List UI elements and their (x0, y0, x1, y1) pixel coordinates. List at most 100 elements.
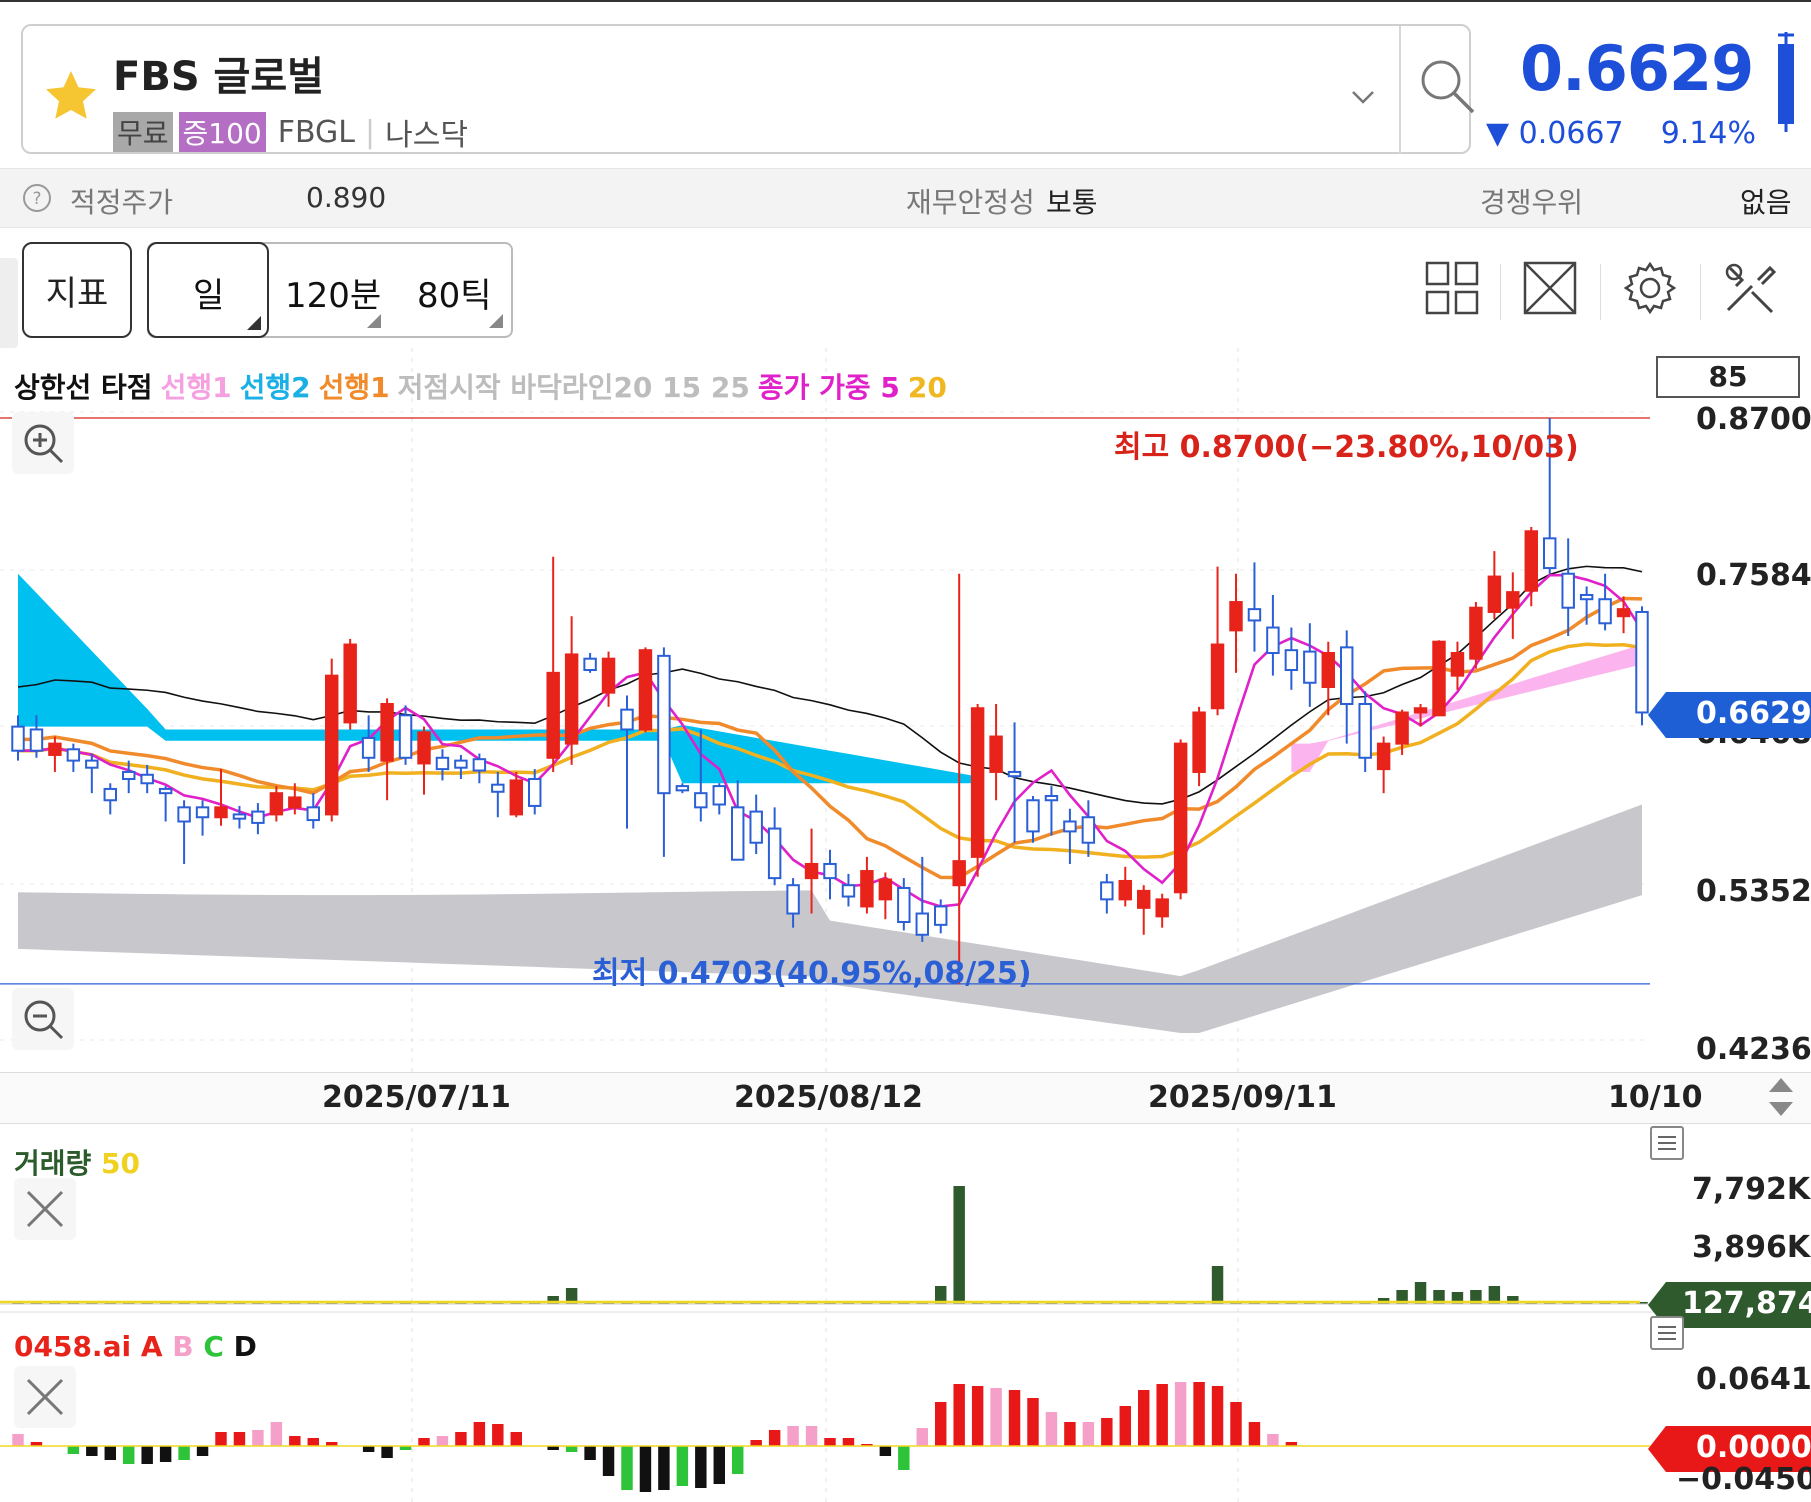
indicator-button[interactable]: 지표 (22, 242, 132, 338)
ai-bar (676, 1446, 689, 1486)
candle-body (546, 671, 560, 759)
close-icon (26, 1378, 64, 1416)
candle-body (1173, 742, 1188, 894)
x-axis-label: 2025/07/11 (322, 1080, 511, 1115)
volume-current-badge: 127,874 (1682, 1286, 1811, 1321)
ai-bar (713, 1446, 725, 1484)
ai-bar (270, 1422, 283, 1446)
margin-badge: 증100 (178, 112, 266, 152)
candle-body (823, 862, 837, 880)
help-icon[interactable]: ? (22, 183, 52, 213)
corner-triangle-icon (367, 314, 381, 328)
candle-body (1137, 889, 1151, 909)
candle-body (1192, 711, 1206, 773)
chart-canvas[interactable] (0, 348, 1811, 1502)
ai-bar (196, 1446, 209, 1456)
candle-body (214, 806, 228, 819)
legend-item: 선행1 (160, 371, 232, 404)
candle-body (361, 736, 376, 759)
candle-body (841, 884, 856, 898)
y-axis-label: 0.8700 (1696, 402, 1811, 437)
change-amount: ▼ 0.0667 (1486, 116, 1624, 151)
period-80tick-button[interactable]: 80틱 (389, 244, 511, 336)
search-button[interactable] (1399, 26, 1493, 154)
candle-body (749, 810, 763, 844)
ai-bar (639, 1446, 652, 1492)
svg-text:?: ? (32, 189, 41, 209)
close-ai-button[interactable] (14, 1366, 76, 1428)
candle-body (952, 860, 966, 887)
candle-body (325, 674, 339, 816)
period-80tick-label: 80틱 (417, 276, 492, 316)
stock-search-box[interactable]: FBS 글로벌 무료 증100 FBGL | 나스닥 (21, 24, 1475, 154)
ticker: FBGL (277, 114, 356, 150)
chart-toolbar: 지표 일 120분 80틱 (0, 228, 1811, 348)
candle-body (1543, 537, 1557, 570)
candle-body (195, 806, 210, 819)
candle-body (1155, 898, 1169, 918)
candle-body (731, 806, 745, 861)
free-badge: 무료 (113, 112, 173, 152)
ai-axis-label: 0.0641 (1696, 1362, 1811, 1397)
legend-item: 20 (907, 371, 947, 404)
chevron-down-icon[interactable] (1343, 76, 1383, 116)
ai-bar (418, 1438, 430, 1446)
candle-body (454, 759, 468, 769)
ai-axis-label: −0.0450 (1676, 1462, 1811, 1497)
candle-body (29, 728, 44, 752)
star-icon[interactable] (41, 66, 101, 126)
volume-axis-label: 3,896K (1692, 1230, 1811, 1265)
ai-bar (141, 1446, 153, 1464)
close-volume-button[interactable] (14, 1178, 76, 1240)
ai-bar (1211, 1386, 1224, 1446)
high-annotation: 최고 0.8700(−23.80%,10/03) (1114, 430, 1579, 465)
legend-value-box: 85 (1656, 356, 1800, 398)
menu-icon[interactable] (1650, 1126, 1684, 1160)
ai-bar (1193, 1382, 1205, 1446)
candle-body (1007, 770, 1022, 778)
grid-icon[interactable] (1424, 260, 1480, 316)
candle-body (1598, 598, 1612, 625)
fullscreen-icon[interactable] (1522, 260, 1578, 316)
candle-body (915, 912, 929, 936)
menu-icon[interactable] (1650, 1316, 1684, 1350)
corner-triangle-icon (247, 316, 261, 330)
legend-item: 선행2 (239, 371, 311, 404)
candle-body (620, 708, 634, 731)
candle-body (1376, 742, 1391, 771)
ai-bar (436, 1436, 449, 1446)
change-percent: 9.14% (1660, 116, 1756, 151)
ai-bar (971, 1386, 984, 1446)
fair-price-value: 0.890 (306, 181, 387, 214)
ai-bar (842, 1438, 855, 1446)
candle-body (1266, 626, 1280, 655)
candle-body (472, 758, 487, 772)
legend-item: 종가 가중 5 (757, 371, 900, 404)
candle-body (380, 702, 394, 762)
divider: | (365, 114, 376, 150)
ai-bar (455, 1432, 467, 1446)
period-day-button[interactable]: 일 (147, 242, 269, 338)
candle-body (1506, 591, 1520, 609)
zoom-out-button[interactable] (12, 988, 74, 1050)
candle-body (934, 905, 948, 926)
scroll-updown-icon[interactable] (1766, 1076, 1796, 1118)
tools-icon[interactable] (1722, 260, 1778, 316)
zoom-in-button[interactable] (12, 412, 74, 474)
ai-bar (473, 1422, 486, 1446)
settings-gear-icon[interactable] (1622, 260, 1678, 316)
divider (1500, 264, 1501, 320)
ai-bar (565, 1446, 578, 1452)
volume-bar (1414, 1282, 1427, 1304)
left-edge-tab[interactable] (0, 258, 18, 348)
candle-body (85, 759, 99, 769)
ai-bar (584, 1446, 596, 1460)
ai-bar (953, 1384, 965, 1446)
candle-body (1395, 711, 1409, 745)
ai-bar (1045, 1412, 1058, 1446)
ai-bar (233, 1432, 246, 1446)
candle-body (11, 725, 25, 752)
ma20-line (18, 642, 1643, 859)
chart-area (0, 348, 1811, 1502)
period-120min-button[interactable]: 120분 (269, 244, 389, 336)
